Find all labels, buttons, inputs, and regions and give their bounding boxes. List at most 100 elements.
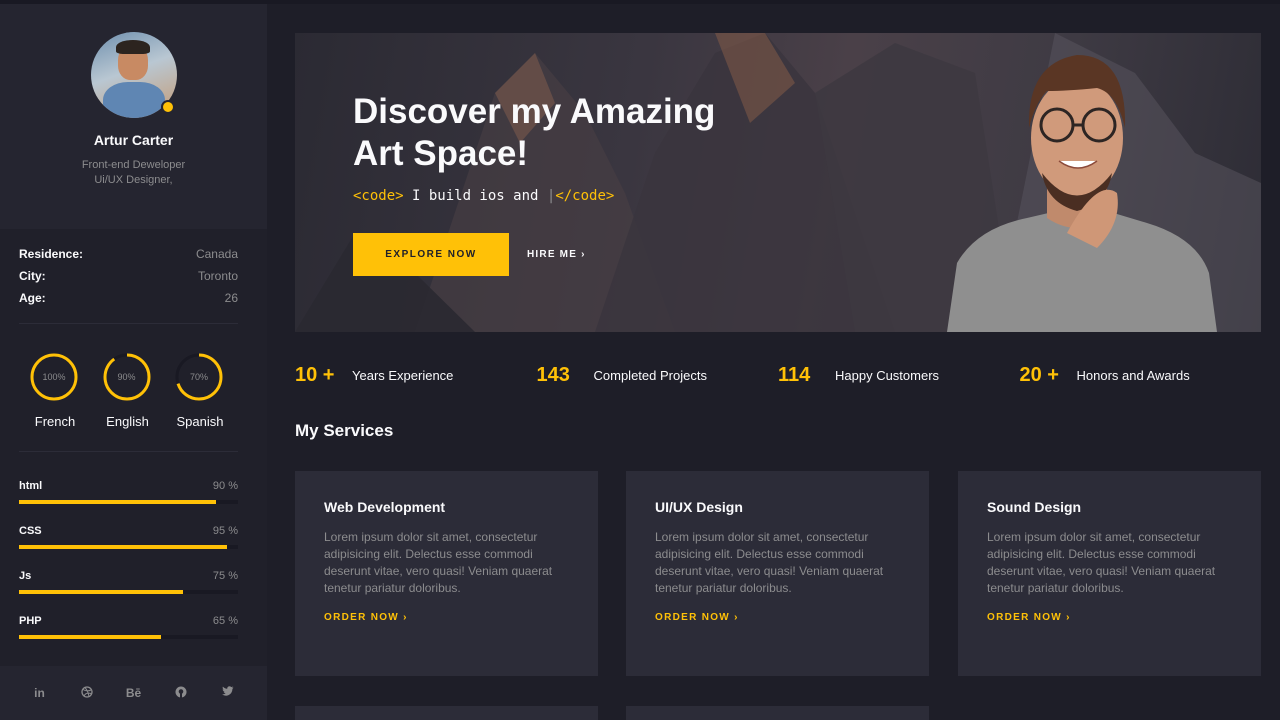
skill-value: 95 % xyxy=(212,525,238,537)
chevron-right-icon: › xyxy=(1066,612,1071,623)
avatar[interactable] xyxy=(90,32,177,118)
stat-number: 10 + xyxy=(295,364,335,386)
skill-label: Js xyxy=(19,570,32,582)
language-skills: 100% French 90% English 70% Spanish xyxy=(0,324,267,451)
stat-projects: 143 Completed Projects xyxy=(537,364,779,387)
language-percent: 90% xyxy=(117,372,136,382)
stat-number: 143 xyxy=(536,364,570,386)
skill-bars: html 90 % CSS 95 % Js 75 % PHP 65 % xyxy=(0,452,267,660)
stat-label: Honors and Awards xyxy=(1076,368,1190,383)
language-label: Spanish xyxy=(176,414,224,429)
linkedin-icon[interactable]: in xyxy=(28,686,52,700)
hero-title: Discover my Amazing Art Space! xyxy=(353,91,793,175)
skill-value: 65 % xyxy=(212,615,238,627)
service-card-uiux-design: UI/UX Design Lorem ipsum dolor sit amet,… xyxy=(626,471,929,676)
service-description: Lorem ipsum dolor sit amet, consectetur … xyxy=(987,530,1216,595)
order-now-label: ORDER NOW xyxy=(655,612,731,623)
order-now-link[interactable]: ORDER NOW › xyxy=(324,612,569,623)
code-text: I build ios and xyxy=(403,188,547,204)
order-now-link[interactable]: ORDER NOW › xyxy=(987,612,1232,623)
skill-js: Js 75 % xyxy=(19,570,238,615)
sidebar: Artur Carter Front-end Deweloper Ui/UX D… xyxy=(0,4,267,720)
stat-label: Happy Customers xyxy=(835,368,940,383)
info-value: Toronto xyxy=(197,269,238,283)
stat-number: 20 + xyxy=(1019,364,1059,386)
hero-typing-code: <code> I build ios and |</code> xyxy=(353,188,615,204)
code-open-tag: <code> xyxy=(353,188,404,204)
language-spanish: 70% Spanish xyxy=(174,352,226,429)
skill-value: 90 % xyxy=(212,480,238,492)
info-value: Canada xyxy=(195,247,238,261)
services-title: My Services xyxy=(295,421,394,440)
language-percent: 70% xyxy=(189,372,208,382)
behance-icon[interactable]: Bē xyxy=(122,686,146,700)
skill-html: html 90 % xyxy=(19,480,238,525)
skill-label: html xyxy=(19,480,43,492)
skill-bar xyxy=(19,500,238,504)
hero-banner: Discover my Amazing Art Space! <code> I … xyxy=(295,33,1261,332)
explore-now-button[interactable]: EXPLORE NOW xyxy=(353,233,509,276)
progress-ring: 70% xyxy=(174,352,224,402)
service-title: UI/UX Design xyxy=(655,499,743,515)
skill-css: CSS 95 % xyxy=(19,525,238,570)
hero-title-line1: Discover my Amazing xyxy=(353,92,716,131)
profile-name: Artur Carter xyxy=(93,132,174,148)
online-status-icon xyxy=(160,100,175,114)
progress-ring: 100% xyxy=(29,352,79,402)
skill-bar-fill xyxy=(19,635,162,639)
info-row-city: City: Toronto xyxy=(19,269,238,291)
skill-bar-fill xyxy=(19,545,228,549)
language-english: 90% English xyxy=(102,352,154,429)
service-card-web-development: Web Development Lorem ipsum dolor sit am… xyxy=(295,471,598,676)
service-title: Web Development xyxy=(324,499,446,515)
dribbble-icon[interactable] xyxy=(75,685,99,701)
info-list: Residence: Canada City: Toronto Age: 26 xyxy=(0,229,267,313)
service-card-partial xyxy=(295,706,598,720)
language-percent: 100% xyxy=(42,372,66,382)
github-icon[interactable] xyxy=(169,686,193,701)
profile-role-line1: Front-end Deweloper xyxy=(81,159,186,171)
skill-php: PHP 65 % xyxy=(19,615,238,660)
stat-awards: 20 + Honors and Awards xyxy=(1020,364,1262,387)
hire-me-link[interactable]: HIRE ME › xyxy=(527,249,586,260)
service-description: Lorem ipsum dolor sit amet, consectetur … xyxy=(324,530,553,595)
language-french: 100% French xyxy=(29,352,81,429)
progress-ring: 90% xyxy=(102,352,152,402)
order-now-label: ORDER NOW xyxy=(987,612,1063,623)
service-card-partial xyxy=(626,706,929,720)
stat-label: Completed Projects xyxy=(593,368,707,383)
profile-role: Front-end Deweloper Ui/UX Designer, xyxy=(0,158,267,188)
hire-me-label: HIRE ME xyxy=(527,249,578,260)
stats-row: 10 + Years Experience 143 Completed Proj… xyxy=(295,364,1261,387)
service-description: Lorem ipsum dolor sit amet, consectetur … xyxy=(655,530,884,595)
skill-label: CSS xyxy=(19,525,42,537)
code-close-tag: </code> xyxy=(555,188,615,204)
order-now-link[interactable]: ORDER NOW › xyxy=(655,612,900,623)
chevron-right-icon: › xyxy=(734,612,739,623)
stat-label: Years Experience xyxy=(352,368,454,383)
stat-years: 10 + Years Experience xyxy=(295,364,537,387)
service-title: Sound Design xyxy=(987,499,1082,515)
skill-bar xyxy=(19,590,238,594)
skill-bar-fill xyxy=(19,590,184,594)
twitter-icon[interactable] xyxy=(216,686,240,700)
info-label: City: xyxy=(19,269,46,283)
service-card-sound-design: Sound Design Lorem ipsum dolor sit amet,… xyxy=(958,471,1261,676)
hero-person-photo xyxy=(947,55,1217,332)
skill-bar-fill xyxy=(19,500,217,504)
chevron-right-icon: › xyxy=(581,249,586,260)
language-label: French xyxy=(34,414,76,429)
skill-value: 75 % xyxy=(212,570,238,582)
profile-role-line2: Ui/UX Designer, xyxy=(94,174,173,186)
hero-title-line2: Art Space! xyxy=(353,134,529,173)
skill-bar xyxy=(19,635,238,639)
order-now-label: ORDER NOW xyxy=(324,612,400,623)
profile-card: Artur Carter Front-end Deweloper Ui/UX D… xyxy=(0,4,267,229)
skill-bar xyxy=(19,545,238,549)
language-label: English xyxy=(106,414,149,429)
info-value: 26 xyxy=(224,291,238,305)
info-row-residence: Residence: Canada xyxy=(19,247,238,269)
stat-number: 114 xyxy=(778,364,811,386)
chevron-right-icon: › xyxy=(403,612,408,623)
social-links: in Bē xyxy=(0,666,267,720)
